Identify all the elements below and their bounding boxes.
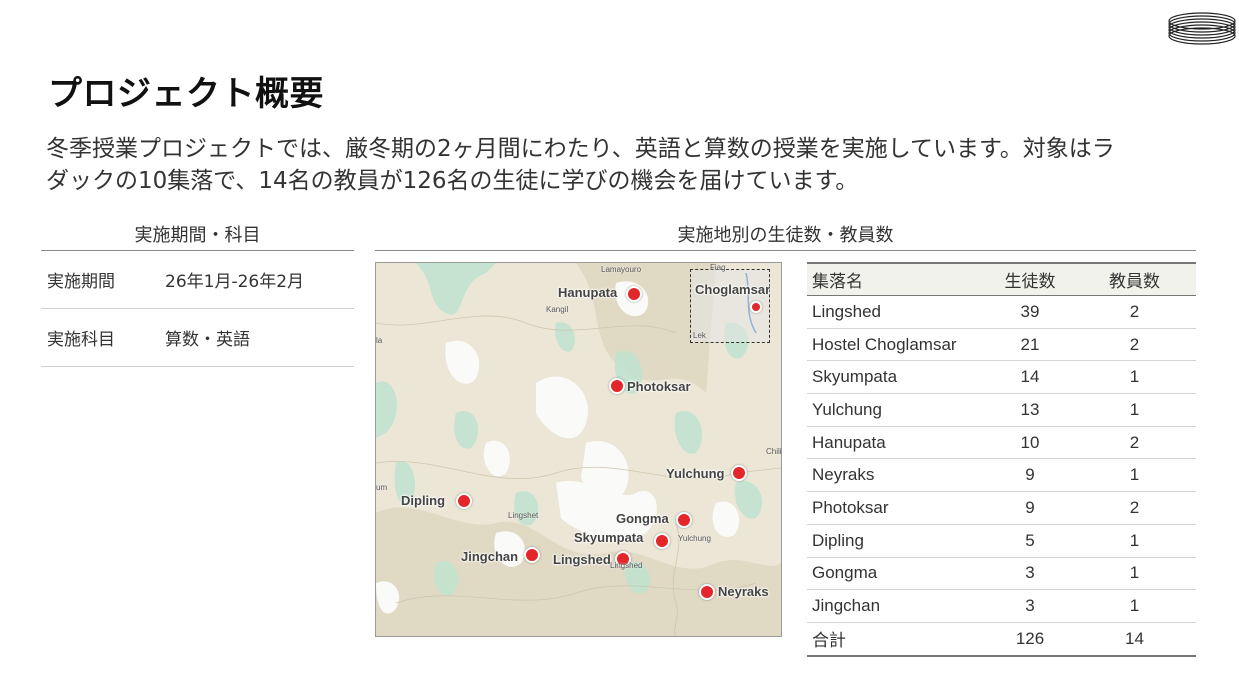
info-row-subject: 実施科目 算数・英語 [41,309,354,367]
cell-students: 9 [987,491,1073,525]
map-bg-label-lek: Lek [693,331,706,340]
map-label-gongma: Gongma [616,511,669,526]
map-label-choglamsar: Choglamsar [695,282,771,297]
map-label-lingshed: Lingshed [553,552,611,567]
map-label-neyraks: Neyraks [718,584,769,599]
cell-teachers: 1 [1073,557,1196,591]
cell-teachers: 1 [1073,589,1196,623]
table-row: Photoksar 9 2 [807,491,1196,525]
cell-teachers: 1 [1073,393,1196,427]
table-row: Hanupata 10 2 [807,426,1196,460]
cell-students: 3 [987,589,1073,623]
map-bg-label-lingshed: Lingshed [610,561,643,570]
map-marker-choglamsar[interactable] [750,301,762,313]
period-subject-panel: 実施期間・科目 実施期間 26年1月-26年2月 実施科目 算数・英語 [41,222,354,367]
table-row: Neyraks 9 1 [807,458,1196,493]
map-bg-label-lamayouro: Lamayouro [601,265,642,274]
cell-students: 3 [987,557,1073,591]
map-label-skyumpata: Skyumpata [574,530,644,545]
cell-students: 5 [987,524,1073,558]
cell-village: Jingchan [807,589,987,623]
cell-village: Photoksar [807,491,987,525]
cell-teachers: 2 [1073,328,1196,362]
cell-students: 10 [987,426,1073,460]
cell-teachers: 1 [1073,458,1196,493]
map-marker-photoksar[interactable] [609,378,625,394]
table-row: Dipling 5 1 [807,524,1196,558]
map-label-yulchung: Yulchung [666,466,725,481]
map-label-photoksar: Photoksar [627,379,691,394]
cell-students: 39 [987,295,1073,329]
map-bg-label-kangil: Kangil [546,305,569,314]
cell-students: 13 [987,393,1073,427]
map-label-hanupata: Hanupata [558,285,618,300]
header-teachers: 教員数 [1073,262,1196,296]
table-total-row: 合計 126 14 [807,621,1196,657]
total-teachers: 14 [1073,621,1196,657]
cell-students: 14 [987,360,1073,395]
cell-village: Neyraks [807,458,987,493]
map-bg-label-fiag: Fiag [710,263,726,272]
logo-rings-icon [1168,12,1236,45]
village-stats-table: 集落名 生徒数 教員数 Lingshed 39 2 Hostel Choglamsa… [807,262,1196,657]
table-row: Jingchan 3 1 [807,589,1196,623]
cell-village: Gongma [807,557,987,591]
cell-village: Dipling [807,524,987,558]
map-bg-label-um: um [376,483,388,492]
period-value: 26年1月-26年2月 [165,272,305,292]
cell-teachers: 1 [1073,360,1196,395]
map-marker-dipling[interactable] [456,493,472,509]
cell-teachers: 1 [1073,524,1196,558]
location-map[interactable]: Choglamsar Hanupata Photoksar Yulchung D… [375,262,782,637]
cell-village: Hanupata [807,426,987,460]
header-village: 集落名 [807,262,987,296]
period-subject-heading: 実施期間・科目 [41,222,354,251]
cell-village: Lingshed [807,295,987,329]
intro-line-1: 冬季授業プロジェクトでは、厳冬期の2ヶ月間にわたり、英語と算数の授業を実施してい… [46,136,1115,162]
intro-text: 冬季授業プロジェクトでは、厳冬期の2ヶ月間にわたり、英語と算数の授業を実施してい… [46,133,1206,197]
cell-teachers: 2 [1073,491,1196,525]
map-label-jingchan: Jingchan [461,549,519,564]
intro-line-2: ダックの10集落で、14名の教員が126名の生徒に学びの機会を届けています。 [46,168,859,194]
map-marker-neyraks[interactable] [699,584,715,600]
map-bg-label-lingshet: Lingshet [508,511,539,520]
table-row: Lingshed 39 2 [807,295,1196,329]
cell-village: Yulchung [807,393,987,427]
total-label: 合計 [807,621,987,657]
map-bg-label-chili: Chili [766,447,782,456]
header-students: 生徒数 [987,262,1073,296]
table-header-row: 集落名 生徒数 教員数 [807,262,1196,296]
cell-students: 21 [987,328,1073,362]
cell-students: 9 [987,458,1073,493]
page-title: プロジェクト概要 [48,74,324,114]
map-bg-label-la: la [376,336,383,345]
subject-label: 実施科目 [47,330,115,350]
map-marker-hanupata[interactable] [626,286,642,302]
cell-teachers: 2 [1073,426,1196,460]
table-row: Skyumpata 14 1 [807,360,1196,395]
subject-value: 算数・英語 [165,330,250,350]
cell-teachers: 2 [1073,295,1196,329]
total-students: 126 [987,621,1073,657]
table-row: Yulchung 13 1 [807,393,1196,427]
location-panel-heading: 実施地別の生徒数・教員数 [375,222,1196,251]
cell-village: Hostel Choglamsar [807,328,987,362]
map-marker-jingchan[interactable] [524,547,540,563]
map-bg-label-yulchung: Yulchung [678,534,711,543]
map-marker-yulchung[interactable] [731,465,747,481]
table-row: Hostel Choglamsar 21 2 [807,328,1196,362]
map-marker-gongma[interactable] [676,512,692,528]
info-row-period: 実施期間 26年1月-26年2月 [41,251,354,309]
period-label: 実施期間 [47,272,115,292]
map-marker-skyumpata[interactable] [654,533,670,549]
cell-village: Skyumpata [807,360,987,395]
table-row: Gongma 3 1 [807,557,1196,591]
map-label-dipling: Dipling [401,493,446,508]
